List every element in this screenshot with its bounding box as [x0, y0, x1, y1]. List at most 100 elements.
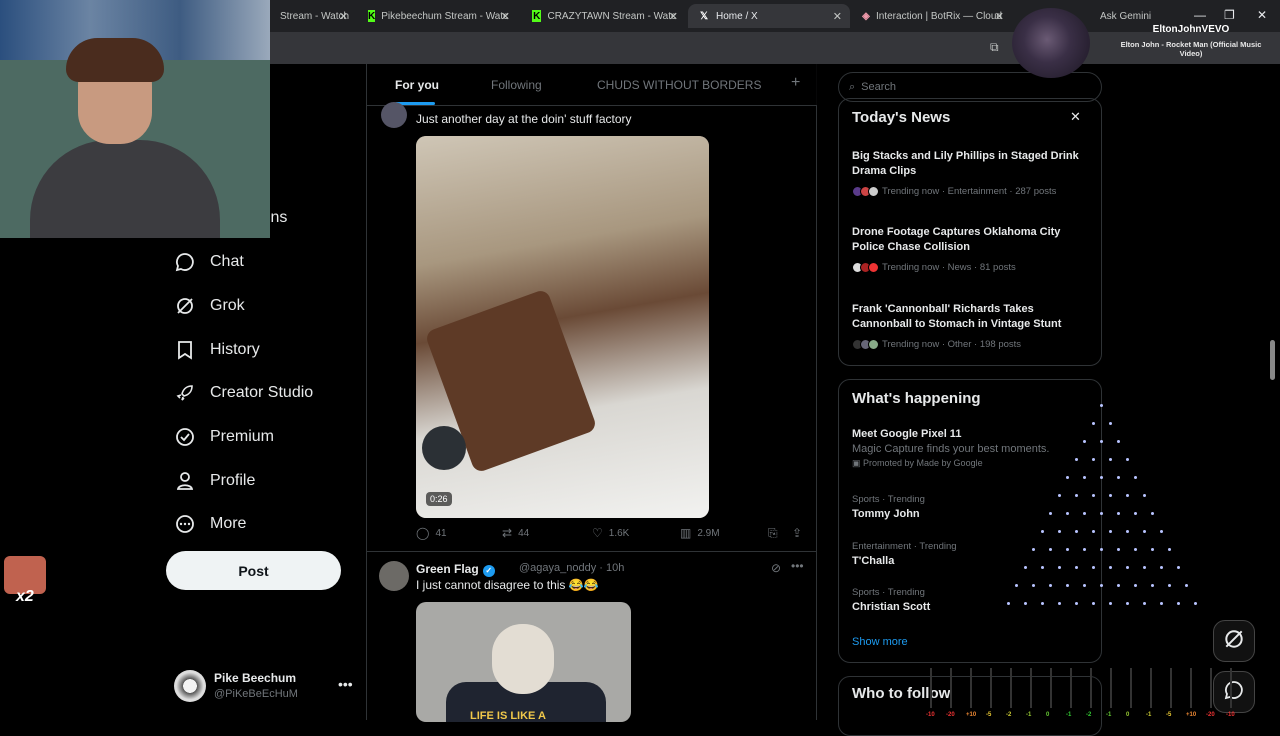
chat-bubble-icon — [174, 251, 196, 273]
meter-bar — [1070, 668, 1072, 708]
close-icon[interactable]: ✕ — [833, 10, 842, 23]
close-icon[interactable]: ✕ — [501, 10, 510, 23]
pattern-dot — [1176, 602, 1180, 605]
tweet-text: Just another day at the doin' stuff fact… — [416, 112, 632, 126]
grok-fab[interactable] — [1213, 620, 1255, 662]
post-button[interactable]: Post — [166, 551, 341, 590]
tab-botrix[interactable]: ◈ Interaction | BotRix — Cloud ✕ — [852, 4, 1012, 28]
trend-name: Tommy John — [852, 508, 920, 520]
news-meta: Trending now · Entertainment · 287 posts — [852, 186, 1056, 197]
author-name: Green Flag — [416, 562, 479, 576]
pattern-dot — [1049, 584, 1052, 587]
meter-bar — [1170, 668, 1172, 708]
tab-label: Home / X — [716, 10, 758, 22]
pattern-dot — [1040, 602, 1044, 605]
nav-label: Grok — [210, 297, 245, 314]
show-more-link[interactable]: Show more — [852, 636, 908, 648]
pattern-dot — [1108, 422, 1112, 425]
add-tab-icon[interactable]: + — [791, 74, 800, 92]
tab-for-you[interactable]: For you — [395, 78, 439, 92]
person-icon — [174, 470, 196, 492]
avatar[interactable] — [379, 561, 409, 591]
ellipsis-icon[interactable]: ••• — [791, 559, 804, 573]
bookmark-icon: ⎘ — [768, 526, 778, 540]
pattern-dot — [1057, 494, 1061, 497]
close-icon[interactable]: ✕ — [1070, 109, 1081, 125]
pattern-dot — [1091, 422, 1095, 425]
nav-more[interactable]: More — [174, 504, 246, 544]
pattern-dot — [1100, 548, 1103, 551]
nav-label: Creator Studio — [210, 384, 314, 401]
news-headline[interactable]: Big Stacks and Lily Phillips in Staged D… — [852, 149, 1092, 179]
repost-button[interactable]: ⇄ 44 — [502, 526, 529, 540]
tab-following[interactable]: Following — [491, 78, 542, 92]
nav-profile[interactable]: Profile — [174, 461, 255, 501]
meter-bar — [930, 668, 932, 708]
meter-label: -2 — [1006, 712, 1012, 718]
tab-chuds-without-borders[interactable]: CHUDS WITHOUT BORDERS — [597, 78, 761, 92]
pattern-dot — [1117, 548, 1120, 551]
nav-grok[interactable]: Grok — [174, 286, 245, 326]
nav-creator-studio[interactable]: Creator Studio — [174, 373, 313, 413]
tweet-image[interactable]: LIFE IS LIKE A — [416, 602, 631, 722]
close-icon[interactable]: ✕ — [669, 10, 678, 23]
pattern-dot — [1159, 602, 1163, 605]
share-button[interactable]: ⇪ — [792, 526, 808, 540]
nav-history[interactable]: History — [174, 330, 260, 370]
cast-icon[interactable]: ⧉ — [990, 40, 999, 55]
pattern-dot — [1006, 602, 1010, 605]
account-switcher[interactable]: Pike Beechum @PiKeBeEcHuM ••• — [174, 668, 354, 708]
pattern-dot — [1134, 584, 1137, 587]
tab-pikebeechum[interactable]: K Pikebeechum Stream - Watc ✕ — [358, 4, 518, 28]
pattern-dot — [1125, 530, 1129, 533]
trend-item[interactable]: Sports · Trending Tommy John — [852, 494, 925, 520]
divider — [367, 551, 817, 552]
nav-label: Chat — [210, 253, 244, 270]
emote-overlay: x2 — [4, 556, 46, 606]
todays-news-panel: Today's News ✕ Big Stacks and Lily Phill… — [838, 98, 1102, 366]
feed-tabs: For you Following CHUDS WITHOUT BORDERS … — [367, 64, 817, 106]
pattern-dot — [1066, 584, 1069, 587]
botrix-icon: ◈ — [862, 10, 870, 22]
now-playing-title: Elton John - Rocket Man (Official Music … — [1120, 40, 1262, 58]
meter-label: -1 — [1026, 712, 1032, 718]
tweet-handle-time[interactable]: @agaya_noddy · 10h — [519, 562, 624, 574]
like-count: 1.6K — [608, 527, 630, 539]
pattern-dot — [1125, 602, 1129, 605]
pattern-dot — [1049, 548, 1052, 551]
tweet-video[interactable]: 0:26 — [416, 136, 709, 518]
meter-bar — [950, 668, 952, 708]
pattern-dot — [1142, 530, 1146, 533]
meter-label: 0 — [1126, 712, 1130, 718]
ellipsis-icon[interactable]: ••• — [338, 676, 353, 692]
like-button[interactable]: ♡ 1.6K — [592, 526, 629, 540]
pattern-dot — [1151, 512, 1154, 515]
news-headline[interactable]: Frank 'Cannonball' Richards Takes Cannon… — [852, 302, 1092, 332]
views-button[interactable]: ▥ 2.9M — [680, 526, 720, 540]
meter-label: -10 — [926, 712, 935, 718]
pattern-dot — [1083, 584, 1086, 587]
trend-context: Sports · Trending — [852, 494, 925, 505]
meter-bar — [1090, 668, 1092, 708]
nav-chat[interactable]: Chat — [174, 242, 244, 282]
avatar-stack — [852, 339, 879, 350]
page-scrollbar[interactable] — [1270, 340, 1275, 380]
tab-crazytawn[interactable]: K CRAZYTAWN Stream - Watc ✕ — [522, 4, 686, 28]
more-circle-icon — [174, 513, 196, 535]
avatar[interactable] — [381, 102, 407, 128]
bookmark-icon — [174, 339, 196, 361]
share-icon: ⇪ — [792, 526, 803, 540]
close-icon[interactable]: ✕ — [995, 10, 1004, 23]
reply-button[interactable]: ◯ 41 — [416, 526, 447, 540]
pattern-dot — [1066, 548, 1069, 551]
panel-title: Today's News — [852, 109, 951, 126]
nav-premium[interactable]: Premium — [174, 417, 274, 457]
grok-icon[interactable]: ⊘ — [771, 561, 781, 575]
emote-count: x2 — [16, 588, 34, 605]
heart-icon: ♡ — [592, 526, 603, 540]
bookmark-button[interactable]: ⎘ — [768, 526, 784, 541]
news-headline[interactable]: Drone Footage Captures Oklahoma City Pol… — [852, 225, 1092, 255]
tab-home-x[interactable]: 𝕏 Home / X ✕ — [688, 4, 850, 28]
trend-item[interactable]: Sports · Trending Christian Scott — [852, 587, 930, 613]
tweet-author[interactable]: Green Flag ✓ — [416, 562, 495, 577]
